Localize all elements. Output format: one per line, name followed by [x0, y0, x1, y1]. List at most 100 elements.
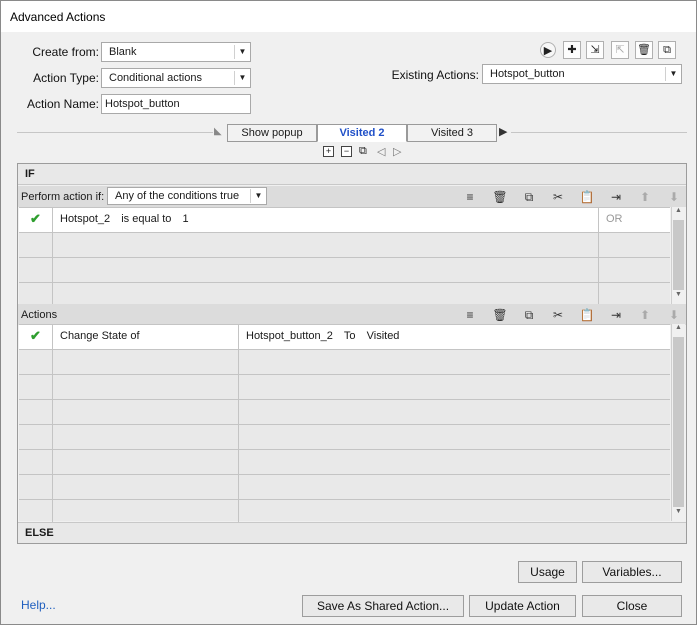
decision-panel: IF Perform action if: Any of the conditi… [17, 163, 687, 544]
update-action-button[interactable]: Update Action [469, 595, 576, 617]
checkmark-icon[interactable]: ✔ [19, 325, 53, 349]
play-preview-icon[interactable]: ▶ [540, 42, 556, 58]
conditions-toolbar: Perform action if: Any of the conditions… [18, 186, 686, 207]
table-row[interactable] [19, 450, 670, 475]
table-row[interactable] [19, 233, 670, 258]
advanced-actions-dialog: Advanced Actions Create from: Blank ▼ Ac… [0, 0, 697, 625]
actions-grid: ✔ Change State of Hotspot_button_2 To Vi… [19, 324, 670, 522]
action-type-label: Action Type: [33, 71, 99, 85]
delete-row-icon[interactable]: 🗑 [492, 308, 508, 322]
action-command[interactable]: Change State of [53, 325, 239, 349]
tab-show-popup[interactable]: Show popup [227, 124, 317, 142]
table-row[interactable] [19, 375, 670, 400]
tabs-divider-left [17, 132, 213, 133]
cut-row-icon[interactable]: ✂ [550, 190, 566, 204]
copy-decision-icon[interactable]: ⧉ [359, 145, 367, 158]
action-type-dropdown[interactable]: Conditional actions ▼ [101, 68, 251, 88]
delete-action-icon[interactable]: 🗑 [635, 41, 653, 59]
action-type-value: Conditional actions [109, 72, 202, 84]
table-row[interactable] [19, 475, 670, 500]
scroll-right-icon[interactable]: ▶ [499, 125, 507, 138]
move-down-icon[interactable]: ⬇ [666, 190, 682, 204]
condition-variable: Hotspot_2 [60, 213, 111, 225]
paste-row-icon[interactable]: 📋 [579, 190, 595, 204]
copy-row-icon[interactable]: ⧉ [521, 308, 537, 322]
scroll-down-icon[interactable]: ▼ [672, 508, 685, 520]
create-from-label: Create from: [32, 45, 99, 59]
else-header[interactable]: ELSE [18, 522, 686, 543]
table-row[interactable] [19, 500, 670, 522]
variables-button[interactable]: Variables... [582, 561, 682, 583]
condition-expression[interactable]: Hotspot_2 is equal to 1 [53, 208, 599, 232]
scroll-down-icon[interactable]: ▼ [672, 291, 685, 303]
tab-visited-2[interactable]: Visited 2 [317, 124, 407, 142]
create-from-dropdown[interactable]: Blank ▼ [101, 42, 251, 62]
perform-action-label: Perform action if: [21, 191, 105, 203]
scrollbar-thumb[interactable] [673, 337, 684, 507]
insert-row-icon[interactable]: ≡ [462, 190, 478, 204]
conditions-scrollbar[interactable]: ▲ ▼ [671, 207, 685, 304]
copy-row-icon[interactable]: ⧉ [521, 190, 537, 204]
duplicate-action-icon[interactable]: ⧉ [658, 41, 676, 59]
delete-row-icon[interactable]: 🗑 [492, 190, 508, 204]
conditions-grid: ✔ Hotspot_2 is equal to 1 OR [19, 207, 670, 305]
condition-mode-value: Any of the conditions true [115, 190, 240, 202]
close-button[interactable]: Close [582, 595, 682, 617]
chevron-down-icon: ▼ [234, 71, 250, 85]
usage-button[interactable]: Usage [518, 561, 577, 583]
table-row[interactable]: ✔ Hotspot_2 is equal to 1 OR [19, 208, 670, 233]
chevron-down-icon: ▼ [250, 189, 266, 203]
save-as-shared-action-button[interactable]: Save As Shared Action... [302, 595, 464, 617]
table-row[interactable] [19, 258, 670, 283]
tab-visited-3[interactable]: Visited 3 [407, 124, 497, 142]
if-header-label: IF [25, 168, 35, 180]
condition-operator: is equal to [121, 213, 172, 225]
action-name-label: Action Name: [26, 97, 99, 111]
actions-header-label: Actions [21, 309, 58, 321]
checkmark-icon[interactable]: ✔ [19, 208, 53, 232]
if-header: IF [18, 164, 686, 185]
condition-mode-dropdown[interactable]: Any of the conditions true ▼ [107, 187, 267, 205]
paste-row-icon[interactable]: 📋 [579, 308, 595, 322]
insert-below-icon[interactable]: ⇥ [608, 308, 624, 322]
insert-row-icon[interactable]: ≡ [462, 308, 478, 322]
scroll-left-icon[interactable]: ◣ [214, 126, 222, 137]
table-row[interactable] [19, 283, 670, 305]
insert-below-icon[interactable]: ⇥ [608, 190, 624, 204]
next-decision-icon[interactable]: ▷ [393, 145, 401, 158]
scroll-up-icon[interactable]: ▲ [672, 207, 685, 219]
condition-value: 1 [182, 213, 189, 225]
dialog-title: Advanced Actions [1, 1, 696, 32]
move-up-icon[interactable]: ⬆ [637, 190, 653, 204]
condition-logic[interactable]: OR [599, 208, 670, 232]
scroll-up-icon[interactable]: ▲ [672, 324, 685, 336]
table-row[interactable] [19, 425, 670, 450]
previous-decision-icon[interactable]: ◁ [377, 145, 385, 158]
table-row[interactable]: ✔ Change State of Hotspot_button_2 To Vi… [19, 325, 670, 350]
scrollbar-thumb[interactable] [673, 220, 684, 290]
remove-decision-icon[interactable]: − [341, 146, 352, 157]
help-link[interactable]: Help... [21, 598, 56, 612]
export-action-icon[interactable]: ⇱ [611, 41, 629, 59]
move-up-icon[interactable]: ⬆ [637, 308, 653, 322]
table-row[interactable] [19, 350, 670, 375]
existing-actions-value: Hotspot_button [490, 68, 565, 80]
chevron-down-icon: ▼ [234, 45, 250, 59]
add-decision-icon[interactable]: + [323, 146, 334, 157]
table-row[interactable] [19, 400, 670, 425]
existing-actions-dropdown[interactable]: Hotspot_button ▼ [482, 64, 682, 84]
chevron-down-icon: ▼ [665, 67, 681, 81]
move-down-icon[interactable]: ⬇ [666, 308, 682, 322]
tabs-divider-right [511, 132, 687, 133]
add-action-icon[interactable]: ✚ [563, 41, 581, 59]
action-parameters[interactable]: Hotspot_button_2 To Visited [239, 325, 670, 349]
cut-row-icon[interactable]: ✂ [550, 308, 566, 322]
existing-actions-label: Existing Actions: [391, 68, 479, 82]
action-target: Hotspot_button_2 [246, 330, 333, 342]
create-from-value: Blank [109, 46, 137, 58]
actions-toolbar: Actions ≡ 🗑 ⧉ ✂ 📋 ⇥ ⬆ ⬇ [18, 304, 686, 325]
actions-scrollbar[interactable]: ▲ ▼ [671, 324, 685, 521]
else-header-label: ELSE [25, 527, 54, 539]
action-name-input[interactable]: Hotspot_button [101, 94, 251, 114]
import-action-icon[interactable]: ⇲ [586, 41, 604, 59]
